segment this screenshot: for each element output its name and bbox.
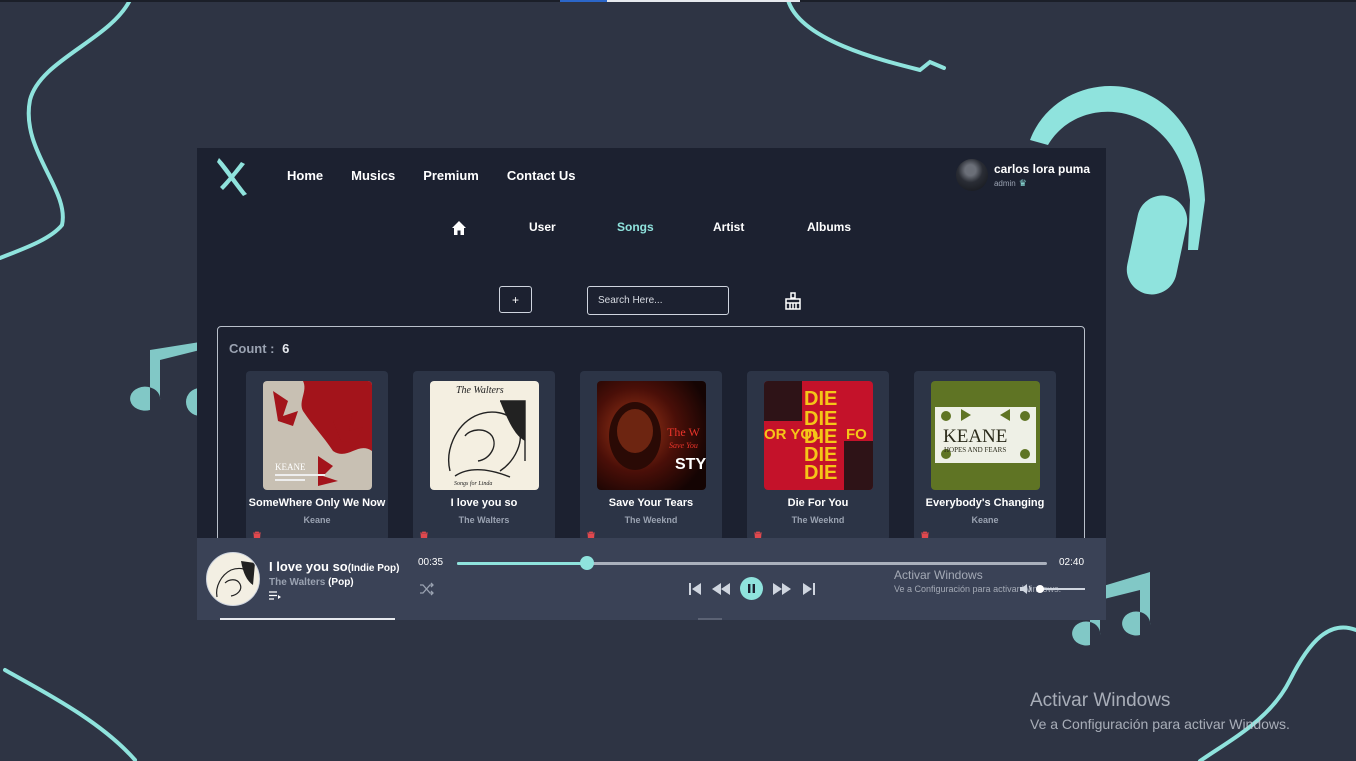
watermark-title: Activar Windows: [894, 568, 983, 582]
player-underline: [220, 618, 395, 620]
windows-activation-watermark: Activar Windows Ve a Configuración para …: [1030, 690, 1290, 732]
song-artist: The Weeknd: [791, 515, 845, 525]
now-playing-title: I love you so(Indie Pop): [269, 559, 399, 574]
add-song-button[interactable]: +: [499, 286, 532, 313]
fast-forward-icon[interactable]: [772, 582, 792, 596]
volume-slider[interactable]: [1036, 585, 1085, 593]
album-cover: KEANE: [263, 381, 372, 490]
song-artist: The Walters: [458, 515, 510, 525]
progress-thumb[interactable]: [579, 556, 594, 570]
music-player: I love you so(Indie Pop) The Walters (Po…: [197, 538, 1106, 620]
now-playing-artist: The Walters (Pop): [269, 577, 354, 588]
svg-text:The Walters: The Walters: [456, 385, 504, 396]
count-value: 6: [282, 341, 290, 356]
pause-icon: [748, 584, 755, 593]
current-time: 00:35: [418, 557, 444, 568]
svg-text:KEANE: KEANE: [275, 462, 306, 472]
svg-text:STY: STY: [675, 456, 706, 473]
song-artist: Keane: [971, 515, 999, 525]
now-playing-artist-name: The Walters: [269, 577, 326, 588]
album-cover: The W Save You STY: [597, 381, 706, 490]
song-card[interactable]: The W Save You STY Save Your Tears The W…: [580, 371, 722, 541]
total-time: 02:40: [1059, 557, 1085, 568]
now-playing-song: I love you so: [269, 559, 348, 574]
album-cover: The Walters Songs for Linda: [430, 381, 539, 490]
svg-text:Save You: Save You: [669, 441, 698, 450]
song-title: Die For You: [787, 497, 849, 509]
nav-musics[interactable]: Musics: [351, 168, 395, 183]
svg-text:KEANE: KEANE: [943, 426, 1007, 447]
song-title: I love you so: [450, 497, 518, 509]
song-artist: The Weeknd: [624, 515, 678, 525]
song-title: SomeWhere Only We Now: [248, 497, 386, 509]
main-nav: Home Musics Premium Contact Us: [287, 168, 603, 183]
nav-contact-us[interactable]: Contact Us: [507, 168, 576, 183]
svg-text:HOPES AND FEARS: HOPES AND FEARS: [944, 446, 1006, 454]
crown-icon: ♛: [1018, 177, 1027, 188]
svg-text:FO: FO: [846, 426, 867, 443]
tab-user[interactable]: User: [529, 220, 556, 234]
song-card[interactable]: The Walters Songs for Linda I love you s…: [413, 371, 555, 541]
tab-albums[interactable]: Albums: [807, 220, 851, 234]
svg-text:The W: The W: [667, 425, 700, 439]
nav-premium[interactable]: Premium: [423, 168, 479, 183]
user-role: admin ♛: [994, 178, 1090, 189]
svg-text:OR YOU: OR YOU: [764, 426, 823, 443]
player-handle: [698, 618, 722, 620]
song-artist: Keane: [303, 515, 331, 525]
song-title: Everybody's Changing: [925, 497, 1045, 509]
volume-thumb[interactable]: [1036, 585, 1044, 593]
user-role-label: admin: [993, 178, 1016, 188]
song-card[interactable]: DIE DIE DIE DIE DIE OR YOU FO Die For Yo…: [747, 371, 889, 541]
user-name: carlos lora puma: [993, 161, 1090, 176]
skip-back-icon[interactable]: [688, 582, 702, 596]
avatar[interactable]: [955, 159, 988, 191]
song-card[interactable]: KEANE SomeWhere Only We Now Keane: [246, 371, 388, 541]
song-title: Save Your Tears: [608, 497, 694, 509]
nav-home[interactable]: Home: [287, 168, 323, 183]
count-label: Count :: [229, 341, 275, 356]
svg-text:Songs for Linda: Songs for Linda: [454, 480, 492, 487]
queue-icon[interactable]: [269, 591, 281, 601]
broom-icon[interactable]: [784, 292, 802, 310]
svg-text:DIE: DIE: [804, 462, 837, 484]
admin-subnav: User Songs Artist Albums: [197, 220, 1106, 240]
now-playing-cover: [206, 552, 260, 606]
user-menu[interactable]: carlos lora puma admin ♛: [955, 159, 1090, 191]
tab-songs[interactable]: Songs: [617, 220, 654, 234]
tab-artist[interactable]: Artist: [713, 220, 744, 234]
svg-text:DIE: DIE: [804, 388, 837, 410]
x-brush-logo-icon[interactable]: [217, 156, 249, 196]
watermark-title: Activar Windows: [1030, 690, 1171, 711]
progress-slider[interactable]: [457, 556, 1047, 570]
album-cover: DIE DIE DIE DIE DIE OR YOU FO: [764, 381, 873, 490]
search-input[interactable]: [587, 286, 729, 315]
pause-button[interactable]: [740, 577, 763, 600]
watermark-subtitle: Ve a Configuración para activar Windows.: [1030, 716, 1290, 732]
top-strip: [0, 0, 1356, 2]
now-playing-genre: (Indie Pop): [347, 563, 400, 574]
songs-count: Count : 6: [229, 341, 289, 356]
rewind-icon[interactable]: [711, 582, 731, 596]
skip-forward-icon[interactable]: [802, 582, 816, 596]
shuffle-icon[interactable]: [419, 582, 435, 596]
volume-icon[interactable]: [1019, 583, 1032, 595]
progress-fill: [457, 562, 587, 565]
album-cover: KEANE HOPES AND FEARS: [931, 381, 1040, 490]
now-playing-artist-genre: (Pop): [328, 577, 354, 588]
song-card[interactable]: KEANE HOPES AND FEARS Everybody's Changi…: [914, 371, 1056, 541]
